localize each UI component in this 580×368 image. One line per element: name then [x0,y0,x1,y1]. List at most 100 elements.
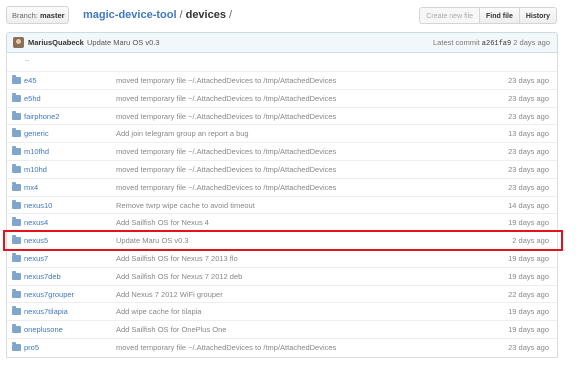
folder-name-link[interactable]: nexus7tilapia [24,303,68,320]
commit-message-link[interactable]: moved temporary file ~/.AttachedDevices … [116,72,336,89]
folder-icon [12,217,21,227]
folder-name-link[interactable]: nexus10 [24,197,52,214]
commit-message-link[interactable]: Add Nexus 7 2012 WiFi grouper [116,286,223,303]
commit-message-link[interactable]: moved temporary file ~/.AttachedDevices … [116,161,336,178]
commit-age: 19 days ago [508,307,549,317]
file-row[interactable]: oneplusone Add Sailfish OS for OnePlus On… [7,320,557,338]
commit-age: 23 days ago [508,93,549,103]
folder-icon [12,181,21,191]
file-row[interactable]: mx4 moved temporary file ~/.AttachedDevic… [7,177,557,196]
file-row[interactable]: nexus7tilapia Add wipe cache for tilapia 1… [7,302,557,320]
commit-age: 19 days ago [508,218,549,228]
commit-meta: Latest commit a261fa9 2 days ago [433,33,550,54]
commit-message-link[interactable]: Add Sailfish OS for OnePlus One [116,321,226,338]
folder-icon [12,164,21,173]
highlight-box [3,230,563,251]
commit-message-link[interactable]: moved temporary file ~/.AttachedDevices … [116,90,336,107]
folder-icon [12,288,21,298]
breadcrumb: magic-device-tool / devices / [83,7,235,23]
commit-message-link[interactable]: Add join telegram group an report a bug [116,125,249,142]
folder-name-link[interactable]: e5hd [24,90,41,107]
history-button[interactable]: History [519,7,557,24]
folder-name-link[interactable]: pro5 [24,339,39,356]
branch-prefix: Branch: [12,11,38,20]
commit-age: 19 days ago [508,325,549,335]
file-row[interactable]: nexus7 Add Sailfish OS for Nexus 7 2013 f… [7,249,557,267]
breadcrumb-trailing-separator: / [228,9,233,21]
parent-directory-row[interactable]: .. [7,53,557,71]
commit-message-link[interactable]: Remove twrp wipe cache to avoid timeout [116,197,255,214]
commit-message-link[interactable]: Add Sailfish OS for Nexus 4 [116,214,209,231]
commit-message-link[interactable]: Add Sailfish OS for Nexus 7 2012 deb [116,268,242,285]
folder-name-link[interactable]: m10hd [24,161,47,178]
folder-name-link[interactable]: e45 [24,72,37,89]
folder-icon [12,270,21,280]
latest-commit-label: Latest commit [433,38,480,47]
commit-message-link[interactable]: Add Sailfish OS for Nexus 7 2013 flo [116,250,238,267]
branch-select-button[interactable]: Branch: master [6,6,69,36]
folder-icon [12,342,21,351]
folder-name-link[interactable]: nexus7 [24,250,48,267]
commit-message-link[interactable]: moved temporary file ~/.AttachedDevices … [116,179,336,196]
commit-age: 23 days ago [508,182,549,192]
commit-age: 23 days ago [508,147,549,157]
file-row[interactable]: nexus4 Add Sailfish OS for Nexus 4 19 days… [7,213,557,231]
folder-icon [12,324,21,334]
commit-message-link[interactable]: moved temporary file ~/.AttachedDevices … [116,339,336,356]
commit-sha[interactable]: a261fa9 [482,40,511,48]
file-row[interactable]: m10fhd moved temporary file ~/.AttachedDe… [7,142,557,160]
commit-age: 23 days ago [508,76,549,85]
breadcrumb-separator: / [179,9,183,21]
commit-age: 23 days ago [508,165,549,174]
find-file-button[interactable]: Find file [480,7,520,24]
folder-icon [12,146,21,156]
folder-icon [12,253,21,262]
folder-name-link[interactable]: nexus7grouper [24,286,74,303]
file-row[interactable]: fairphone2 moved temporary file ~/.Attach… [7,106,557,125]
folder-name-link[interactable]: generic [24,125,49,142]
file-row[interactable]: e5hd moved temporary file ~/.AttachedDevi… [7,88,557,107]
file-row[interactable]: nexus7deb Add Sailfish OS for Nexus 7 201… [7,266,557,285]
commit-age: 2 days ago [513,38,550,47]
folder-name-link[interactable]: m10fhd [24,143,49,160]
file-row[interactable]: pro5 moved temporary file ~/.AttachedDevi… [7,338,557,356]
file-list: .. e45 moved temporary file ~/.AttachedDe… [6,53,558,358]
create-new-file-button[interactable]: Create new file [419,7,481,24]
folder-name-link[interactable]: nexus4 [24,214,48,231]
folder-icon [12,128,21,138]
file-row[interactable]: m10hd moved temporary file ~/.AttachedDev… [7,160,557,178]
commit-age: 14 days ago [508,200,549,210]
folder-icon [12,92,21,102]
commit-age: 19 days ago [508,254,549,263]
folder-icon [12,199,21,209]
file-row[interactable]: nexus7grouper Add Nexus 7 2012 WiFi group… [7,284,557,303]
latest-commit-bar: MariusQuabeck Update Maru OS v0.3 Latest… [6,32,558,53]
commit-age: 23 days ago [508,343,549,352]
file-row[interactable]: generic Add join telegram group an report… [7,124,557,142]
current-directory: devices [185,9,226,21]
commit-age: 22 days ago [508,289,549,299]
commit-message[interactable]: Update Maru OS v0.3 [87,33,160,52]
file-navigation: Branch: master magic-device-tool / devices… [6,6,557,36]
file-row[interactable]: e45 moved temporary file ~/.AttachedDevic… [7,71,557,89]
repo-link[interactable]: magic-device-tool [83,9,177,21]
folder-name-link[interactable]: nexus7deb [24,268,61,285]
commit-age: 23 days ago [508,111,549,121]
user-avatar[interactable] [13,37,24,48]
branch-name: master [39,11,65,20]
commit-author[interactable]: MariusQuabeck [28,33,84,52]
commit-message-link[interactable]: Add wipe cache for tilapia [116,303,201,320]
parent-directory-link[interactable]: .. [25,50,29,67]
file-row[interactable]: nexus10 Remove twrp wipe cache to avoid t… [7,195,557,214]
commit-age: 19 days ago [508,271,549,281]
folder-name-link[interactable]: oneplusone [24,321,63,338]
commit-message-link[interactable]: moved temporary file ~/.AttachedDevices … [116,143,336,160]
commit-age: 13 days ago [508,129,549,139]
folder-icon [12,110,21,120]
folder-icon [12,306,21,316]
file-actions: Create new file Find file History [419,7,557,24]
folder-name-link[interactable]: fairphone2 [24,108,59,125]
commit-message-link[interactable]: moved temporary file ~/.AttachedDevices … [116,108,336,125]
folder-icon [12,75,21,84]
folder-name-link[interactable]: mx4 [24,179,38,196]
